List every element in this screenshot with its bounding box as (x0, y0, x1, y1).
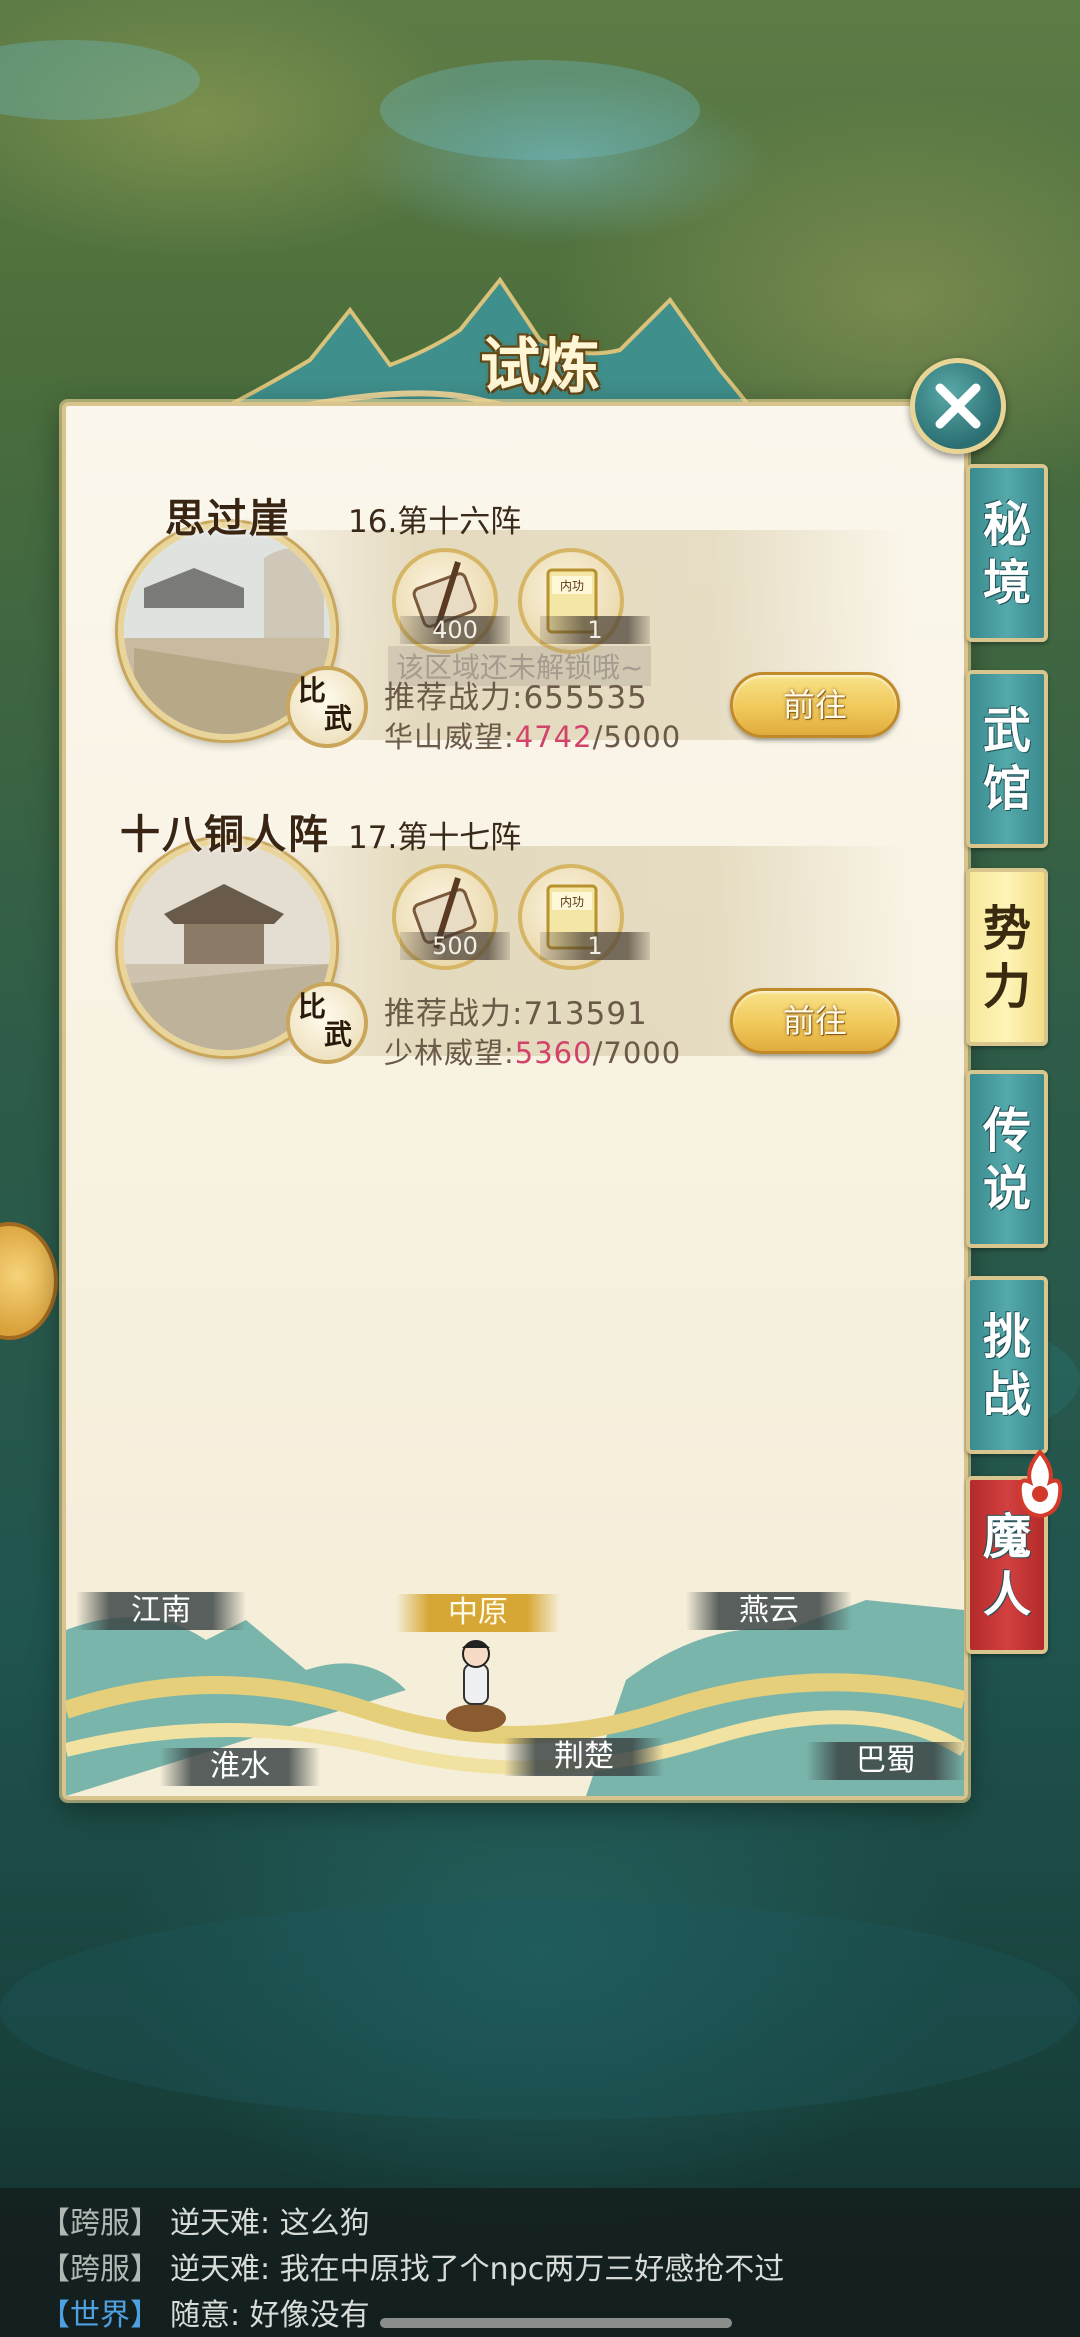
reward-count: 1 (540, 932, 650, 960)
region-jingchu[interactable]: 荆楚 (504, 1738, 664, 1776)
badge-char-1: 比 (298, 990, 327, 1023)
badge-char-2: 武 (324, 702, 353, 735)
tab-challenge[interactable]: 挑战 (966, 1276, 1048, 1454)
region-huaishui[interactable]: 淮水 (160, 1748, 320, 1786)
reputation-current: 5360 (514, 1036, 593, 1070)
chat-message: 【世界】 随意: 好像没有 (40, 2298, 370, 2333)
close-icon (935, 383, 981, 429)
reward-count: 500 (400, 932, 510, 960)
badge-char-1: 比 (298, 674, 327, 707)
reward-count: 400 (400, 616, 510, 644)
tab-martial-hall[interactable]: 武馆 (966, 670, 1048, 848)
close-button[interactable] (910, 358, 1006, 454)
tab-faction[interactable]: 势力 (966, 868, 1048, 1046)
region-zhongyuan[interactable]: 中原 (396, 1594, 560, 1632)
stage-number: 17.第十七阵 (348, 820, 522, 856)
stage-name: 思过崖 (165, 495, 291, 542)
tab-label: 秘境 (982, 497, 1031, 611)
tab-label: 挑战 (982, 1309, 1031, 1423)
region-yanyun[interactable]: 燕云 (686, 1592, 852, 1630)
tab-label: 传说 (982, 1103, 1031, 1217)
region-jiangnan[interactable]: 江南 (76, 1592, 246, 1630)
duel-badge: 比 武 (286, 982, 368, 1064)
tab-label: 势力 (982, 901, 1031, 1015)
reputation-text: 华山威望:4742/5000 (384, 720, 682, 754)
badge-char-2: 武 (324, 1018, 353, 1051)
chat-panel[interactable]: 【跨服】 逆天难: 这么狗 【跨服】 逆天难: 我在中原找了个npc两万三好感抢不过… (0, 2188, 1080, 2337)
flame-icon (1017, 1448, 1063, 1519)
recommended-power: 推荐战力:713591 (384, 996, 648, 1032)
chat-message: 【跨服】 逆天难: 我在中原找了个npc两万三好感抢不过 (40, 2252, 785, 2287)
book-cover-text: 内功 (560, 579, 584, 593)
tab-legend[interactable]: 传说 (966, 1070, 1048, 1248)
recommended-power: 推荐战力:655535 (384, 680, 648, 716)
tab-label: 武馆 (982, 703, 1031, 817)
tab-label: 魔人 (982, 1509, 1031, 1623)
reputation-max: /7000 (592, 1036, 682, 1070)
page-title: 试炼 (480, 332, 600, 402)
stage-number: 16.第十六阵 (348, 504, 522, 540)
player-rider-icon (446, 1640, 506, 1732)
duel-badge: 比 武 (286, 666, 368, 748)
book-cover-text: 内功 (560, 895, 584, 909)
home-indicator[interactable] (380, 2318, 732, 2328)
reward-count: 1 (540, 616, 650, 644)
reputation-text: 少林威望:5360/7000 (384, 1036, 682, 1070)
region-bashu[interactable]: 巴蜀 (806, 1742, 966, 1780)
tab-secret-realm[interactable]: 秘境 (966, 464, 1048, 642)
go-button[interactable]: 前往 (730, 672, 900, 738)
reputation-max: /5000 (592, 720, 682, 754)
chat-message: 【跨服】 逆天难: 这么狗 (40, 2206, 370, 2241)
go-button[interactable]: 前往 (730, 988, 900, 1054)
stage-name: 十八铜人阵 (120, 811, 330, 858)
reputation-current: 4742 (514, 720, 593, 754)
